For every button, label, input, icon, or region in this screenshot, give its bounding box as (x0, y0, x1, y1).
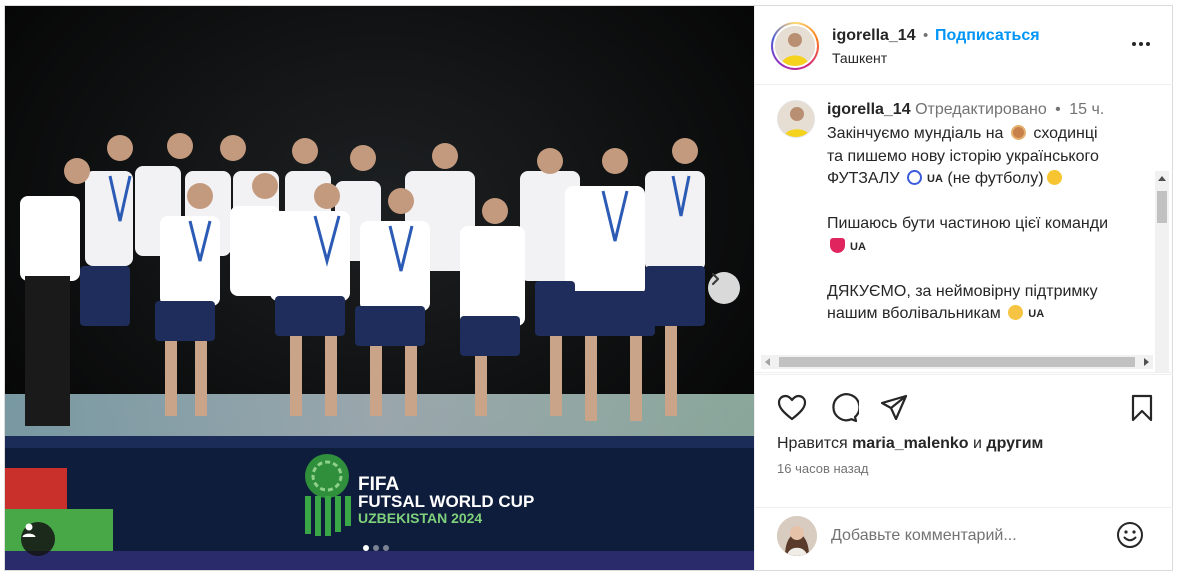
scroll-left-icon[interactable] (765, 358, 770, 366)
post-side-panel: igorella_14 • Подписаться Ташкент igorel… (754, 6, 1173, 570)
author-username[interactable]: igorella_14 (832, 27, 916, 45)
caption-area: igorella_14 Отредактировано • 15 ч. Закі… (755, 86, 1173, 373)
carousel-indicator (363, 545, 389, 551)
banner-line-2: FUTSAL WORLD CUP (358, 492, 535, 511)
likes-prefix: Нравится (777, 435, 848, 452)
paper-plane-icon[interactable] (879, 393, 909, 423)
post-photo[interactable]: FIFA FUTSAL WORLD CUP UZBEKISTAN 2024 (5, 6, 754, 570)
red-heart-icon (830, 237, 845, 253)
caption-line-2: та пишемо нову історію українського (827, 147, 1099, 165)
bookmark-icon[interactable] (1127, 393, 1157, 423)
flag-ua-label: UA (850, 240, 866, 253)
follow-button[interactable]: Подписаться (935, 27, 1040, 45)
caption-header: igorella_14 Отредактировано • 15 ч. (827, 101, 1104, 119)
caption-vertical-scrollbar[interactable] (1155, 171, 1169, 372)
caption-separator: • (1055, 101, 1061, 118)
post-dialog: FIFA FUTSAL WORLD CUP UZBEKISTAN 2024 ig… (4, 5, 1173, 571)
liker-username[interactable]: maria_malenko (852, 435, 969, 452)
author-avatar[interactable] (771, 22, 819, 70)
post-header: igorella_14 • Подписаться Ташкент (755, 6, 1173, 85)
scroll-right-icon[interactable] (1144, 358, 1149, 366)
edited-label: Отредактировано (915, 101, 1047, 118)
scrollbar-thumb[interactable] (779, 357, 1135, 367)
comment-icon[interactable] (829, 393, 859, 423)
likes-summary: Нравится maria_malenko и другим (777, 435, 1043, 453)
user-tag-icon (22, 523, 36, 537)
caption-para-3b: нашим вболівальникам (827, 305, 1001, 322)
caption-horizontal-scrollbar[interactable] (761, 355, 1153, 369)
heart-hands-icon (1008, 305, 1024, 320)
caption-para-2: Пишаюсь бути частиною цієї команди (827, 215, 1109, 232)
flag-ua-label: UA (927, 173, 943, 185)
heart-icon[interactable] (777, 393, 807, 423)
fifa-banner-text: FIFA FUTSAL WORLD CUP UZBEKISTAN 2024 (358, 474, 535, 527)
chevron-right-icon (711, 272, 720, 286)
smirk-face-icon (1046, 170, 1062, 185)
header-separator: • (923, 27, 929, 44)
banner-line-3: UZBEKISTAN 2024 (358, 510, 483, 526)
post-actions: Нравится maria_malenko и другим 16 часов… (755, 374, 1173, 484)
caption-text: Закінчуємо мундіаль на сходинці та пишем… (827, 123, 1137, 348)
carousel-dot (383, 545, 389, 551)
more-dots-icon (1132, 42, 1136, 46)
smiley-icon[interactable] (1115, 520, 1145, 550)
post-timestamp[interactable]: 16 часов назад (777, 461, 869, 476)
viewer-avatar (777, 516, 817, 556)
avatar-image (775, 26, 815, 66)
soccer-ball-icon (907, 170, 923, 185)
comment-input[interactable] (831, 525, 1111, 547)
caption-author-avatar[interactable] (777, 100, 815, 138)
caption-username[interactable]: igorella_14 (827, 101, 911, 118)
likes-and: и (973, 435, 982, 452)
avatar-image (777, 516, 817, 556)
carousel-dot (373, 545, 379, 551)
carousel-dot-active (363, 545, 369, 551)
avatar-image (778, 101, 814, 137)
likes-others-link[interactable]: другим (986, 435, 1043, 452)
more-options-button[interactable] (1127, 36, 1155, 52)
banner-line-1: FIFA (358, 474, 400, 495)
caption-line-1a: Закінчуємо мундіаль на (827, 125, 1004, 142)
comment-composer (755, 507, 1173, 570)
post-location[interactable]: Ташкент (832, 50, 887, 66)
caption-line-3a: ФУТЗАЛУ (827, 170, 900, 187)
caption-para-3a: ДЯКУЄМО, за неймовірну підтримку (827, 282, 1098, 300)
caption-line-1b: сходинці (1033, 125, 1098, 142)
bronze-medal-icon (1010, 125, 1026, 140)
scrollbar-thumb[interactable] (1157, 191, 1167, 223)
tagged-users-button[interactable] (21, 522, 55, 556)
next-photo-button[interactable] (708, 272, 740, 304)
caption-line-3b: (не футболу) (947, 170, 1044, 187)
flag-ua-label: UA (1028, 308, 1045, 320)
caption-time[interactable]: 15 ч. (1069, 101, 1104, 118)
scroll-up-icon[interactable] (1158, 176, 1166, 181)
